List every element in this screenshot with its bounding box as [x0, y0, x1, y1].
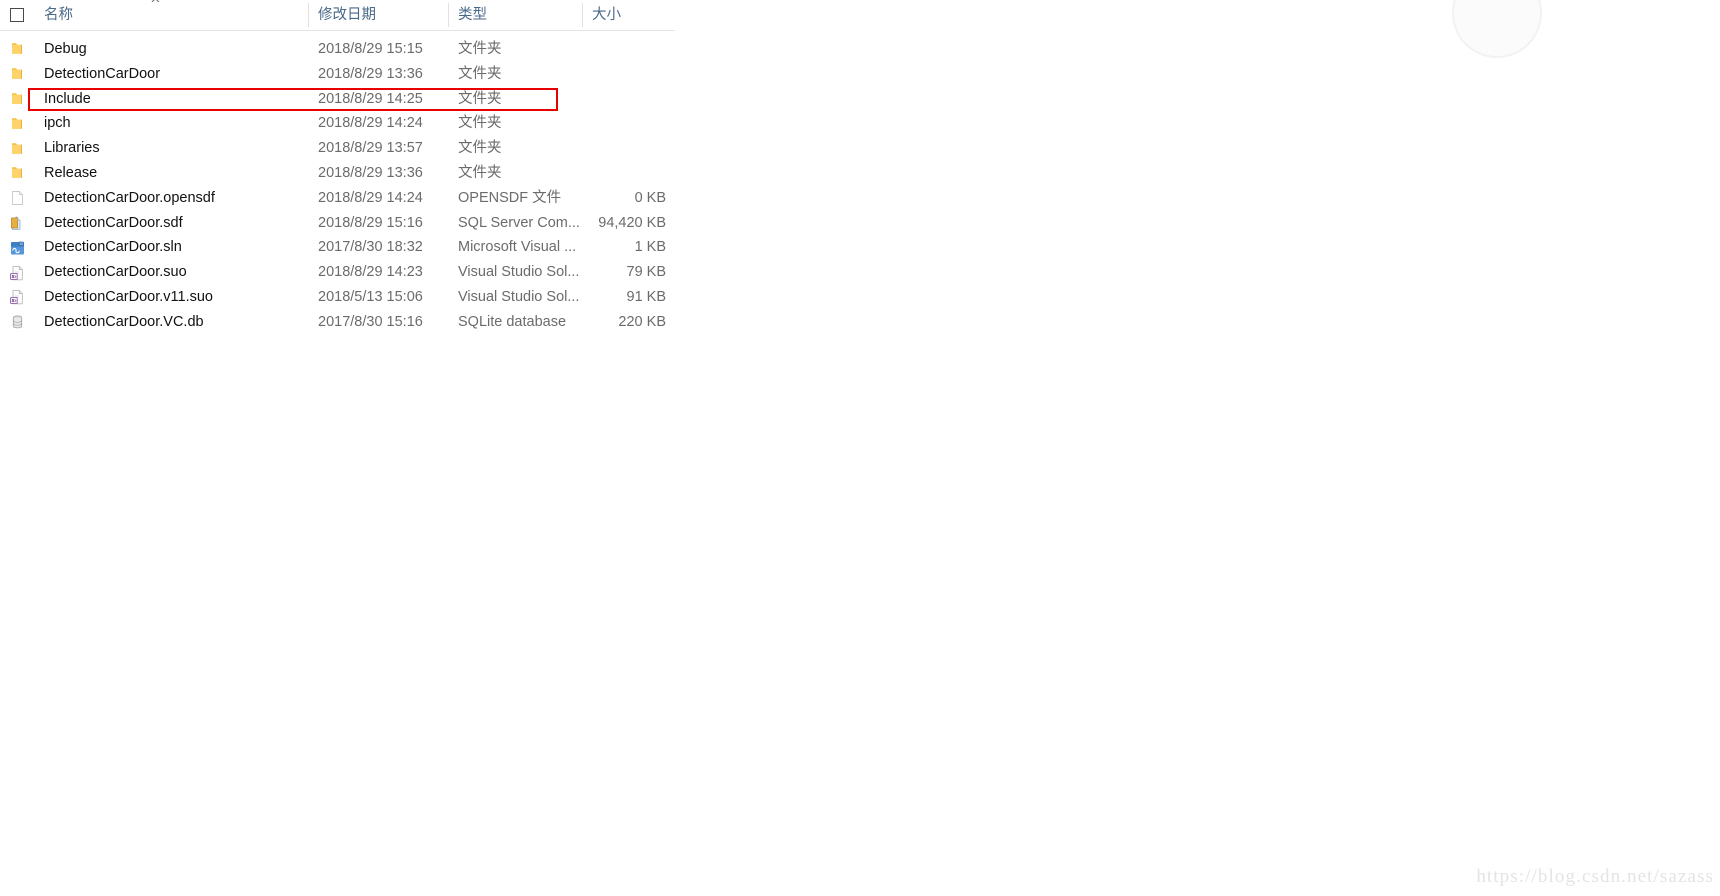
column-header-type[interactable]: 类型 — [448, 0, 582, 30]
svg-text:10: 10 — [19, 242, 23, 246]
file-icon-cell — [0, 91, 34, 107]
file-size: 0 KB — [634, 189, 666, 206]
file-name: DetectionCarDoor.sdf — [44, 214, 183, 231]
file-date-modified: 2018/8/29 14:24 — [318, 189, 423, 206]
file-name: DetectionCarDoor.sln — [44, 239, 182, 256]
decorative-arc — [1452, 0, 1542, 58]
table-row[interactable]: DetectionCarDoor 2018/8/29 13:36 文件夹 — [0, 62, 675, 87]
file-name: DetectionCarDoor.suo — [44, 264, 187, 281]
file-date-modified: 2018/8/29 13:57 — [318, 140, 423, 157]
file-icon-cell — [0, 116, 34, 132]
folder-icon — [11, 118, 22, 129]
file-date-modified: 2017/8/30 18:32 — [318, 239, 423, 256]
file-icon-cell — [0, 265, 34, 281]
table-row[interactable]: DetectionCarDoor.opensdf 2018/8/29 14:24… — [0, 186, 675, 211]
table-row[interactable]: ipch 2018/8/29 14:24 文件夹 — [0, 111, 675, 136]
file-type: Visual Studio Sol... — [458, 264, 580, 281]
file-size: 94,420 KB — [598, 214, 666, 231]
file-name: Debug — [44, 41, 87, 57]
file-type: 文件夹 — [458, 90, 502, 107]
column-header-size[interactable]: 大小 — [582, 0, 675, 30]
file-size: 220 KB — [618, 313, 666, 330]
file-icon-cell — [0, 41, 34, 57]
watermark-url: https://blog.csdn.net/sazass — [1476, 866, 1714, 887]
solution-options-icon — [9, 265, 23, 280]
folder-icon — [11, 167, 22, 179]
file-date-modified: 2018/8/29 14:25 — [318, 90, 423, 107]
table-row[interactable]: Release 2018/8/29 13:36 文件夹 — [0, 161, 675, 186]
file-date-modified: 2018/8/29 13:36 — [318, 65, 423, 82]
blank-document-icon — [11, 191, 23, 206]
file-icon-cell — [0, 141, 34, 157]
file-date-modified: 2018/8/29 15:16 — [318, 214, 423, 231]
table-row[interactable]: DetectionCarDoor.suo 2018/8/29 14:23 Vis… — [0, 260, 675, 285]
file-type: 文件夹 — [458, 41, 502, 57]
column-header-date[interactable]: 修改日期 — [308, 0, 448, 30]
file-icon-cell — [0, 165, 34, 181]
file-name: Libraries — [44, 140, 100, 157]
file-type: 文件夹 — [458, 115, 502, 132]
file-icon-cell — [0, 190, 34, 206]
table-row[interactable]: Libraries 2018/8/29 13:57 文件夹 — [0, 136, 675, 161]
file-icon-cell — [0, 66, 34, 82]
file-date-modified: 2018/8/29 13:36 — [318, 164, 423, 181]
column-header-row: ^ 名称 修改日期 类型 大小 — [0, 0, 675, 31]
table-row[interactable]: Include 2018/8/29 14:25 文件夹 — [0, 87, 675, 112]
folder-icon — [11, 43, 22, 55]
file-type: 文件夹 — [458, 164, 502, 181]
visual-studio-icon: 10 — [10, 241, 24, 255]
file-type: Visual Studio Sol... — [458, 288, 580, 305]
solution-options-icon — [9, 290, 23, 305]
file-name: DetectionCarDoor.VC.db — [44, 313, 204, 330]
file-type: SQL Server Com... — [458, 214, 580, 231]
file-icon-cell — [0, 314, 34, 330]
select-all-checkbox-cell[interactable] — [0, 0, 34, 30]
folder-icon — [11, 142, 22, 154]
file-date-modified: 2018/8/29 14:24 — [318, 115, 423, 132]
column-header-name[interactable]: 名称 — [34, 0, 308, 30]
folder-icon — [11, 68, 22, 79]
folder-icon — [11, 93, 22, 104]
select-all-checkbox[interactable] — [10, 8, 24, 22]
file-type: SQLite database — [458, 313, 567, 330]
file-name: DetectionCarDoor — [44, 65, 161, 82]
file-type: Microsoft Visual ... — [458, 239, 577, 256]
file-date-modified: 2018/8/29 15:15 — [318, 41, 423, 57]
file-name: DetectionCarDoor.v11.suo — [44, 288, 213, 305]
file-icon-cell — [0, 215, 34, 231]
sql-database-icon — [10, 216, 20, 230]
file-name: DetectionCarDoor.opensdf — [44, 189, 215, 206]
file-size: 1 KB — [634, 239, 666, 256]
table-row[interactable]: DetectionCarDoor.v11.suo 2018/5/13 15:06… — [0, 285, 675, 310]
file-type: OPENSDF 文件 — [458, 189, 562, 206]
file-size: 79 KB — [626, 264, 667, 281]
file-name: ipch — [44, 115, 71, 132]
file-icon-cell: 10 — [0, 240, 34, 256]
file-date-modified: 2017/8/30 15:16 — [318, 313, 423, 330]
file-type: 文件夹 — [458, 65, 502, 82]
file-name: Release — [44, 164, 98, 181]
file-name: Include — [44, 90, 91, 107]
file-date-modified: 2018/8/29 14:23 — [318, 264, 423, 281]
file-list: Debug 2018/8/29 15:15 文件夹 DetectionCarDo… — [0, 31, 675, 335]
file-date-modified: 2018/5/13 15:06 — [318, 288, 423, 305]
table-row[interactable]: 10 DetectionCarDoor.sln 2017/8/30 18:32 … — [0, 235, 675, 260]
file-icon-cell — [0, 289, 34, 305]
file-type: 文件夹 — [458, 140, 502, 157]
sqlite-database-icon — [12, 315, 22, 329]
file-list-panel: ^ 名称 修改日期 类型 大小 Debug 2018/8/29 15:15 文件… — [0, 0, 675, 335]
table-row[interactable]: DetectionCarDoor.VC.db 2017/8/30 15:16 S… — [0, 310, 675, 335]
table-row[interactable]: Debug 2018/8/29 15:15 文件夹 — [0, 37, 675, 62]
table-row[interactable]: DetectionCarDoor.sdf 2018/8/29 15:16 SQL… — [0, 211, 675, 236]
file-size: 91 KB — [626, 288, 667, 305]
